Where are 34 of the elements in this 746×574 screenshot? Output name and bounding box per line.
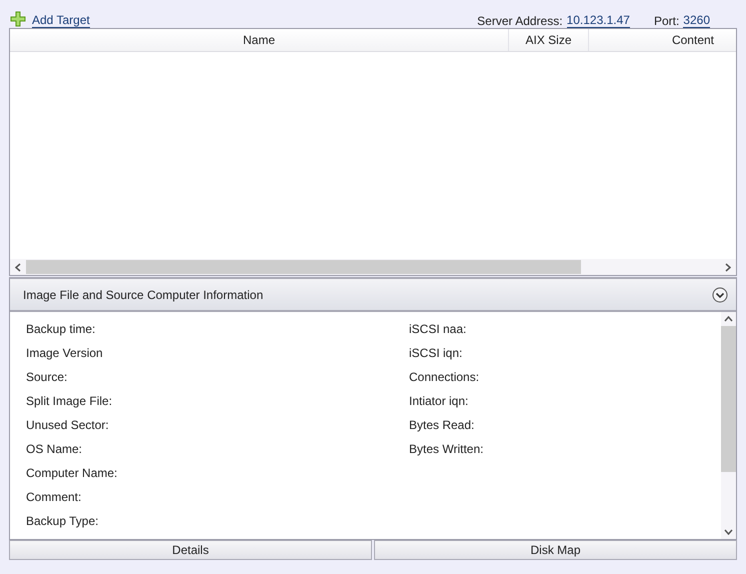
field-label: Bytes Written: [409,442,484,456]
field-label: Bytes Read: [409,418,476,432]
tab[interactable]: Disk Map [374,540,737,560]
tab[interactable]: Details [9,540,372,560]
column-header[interactable]: Content [589,29,736,51]
column-header[interactable]: AIX Size [509,29,589,51]
field-label: Unused Sector: [26,418,110,432]
scrollbar-thumb[interactable] [721,326,736,472]
column-header[interactable]: Name [10,29,509,51]
field-label: Backup time: [26,322,96,336]
field-label: iSCSI iqn: [409,346,464,360]
vertical-scrollbar[interactable] [721,312,736,539]
field-label: Backup Type: [26,514,100,528]
panel-header[interactable]: Image File and Source Computer Information [10,279,736,312]
scroll-left-icon[interactable] [15,262,21,272]
plus-icon[interactable] [10,11,26,27]
scrollbar-thumb[interactable] [26,260,581,274]
field-label: Intiator iqn: [409,394,470,408]
panel-title: Image File and Source Computer Information [23,288,264,302]
field-label: Split Image File: [26,394,114,408]
collapse-chevron-icon[interactable] [712,286,728,302]
field-label: Image Version [26,346,104,360]
server-address-label: Server Address: [477,14,563,28]
field-label: iSCSI naa: [409,322,468,336]
field-label: Computer Name: [26,466,118,480]
field-label: Comment: [26,490,82,504]
scroll-down-icon[interactable] [724,529,733,535]
field-label: Source: [26,370,68,384]
scroll-up-icon[interactable] [724,316,733,322]
field-label: Connections: [409,370,480,384]
field-label: OS Name: [26,442,84,456]
port-label: Port: [654,14,680,28]
scroll-right-icon[interactable] [725,262,731,272]
horizontal-scrollbar[interactable] [10,259,736,275]
